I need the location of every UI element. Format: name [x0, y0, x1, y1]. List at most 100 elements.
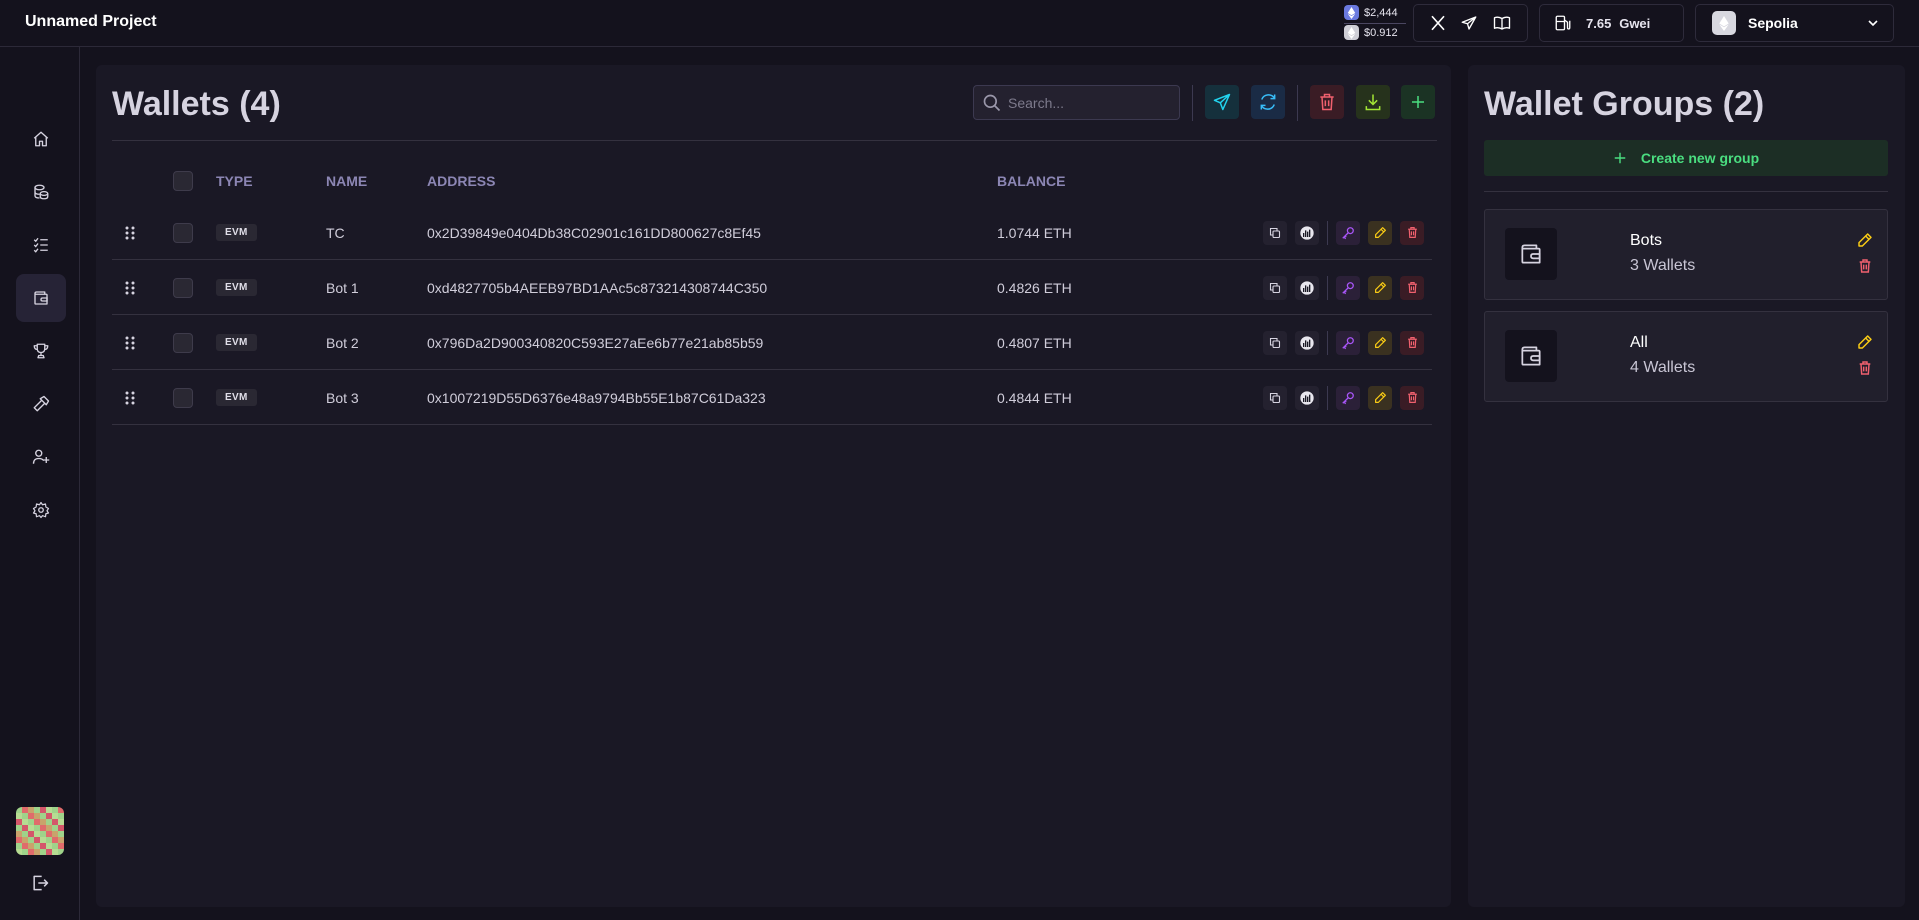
- table-row[interactable]: EVM Bot 1 0xd4827705b4AEEB97BD1AAc5c8732…: [112, 260, 1432, 315]
- delete-wallet-button[interactable]: [1400, 220, 1424, 245]
- groups-title: Wallet Groups (2): [1484, 85, 1765, 123]
- search-input[interactable]: [1008, 94, 1168, 111]
- gas-unit: Gwei: [1619, 16, 1651, 31]
- private-key-button[interactable]: [1336, 385, 1360, 410]
- sidebar-item-tools[interactable]: [16, 380, 66, 428]
- create-group-button[interactable]: Create new group: [1484, 140, 1888, 176]
- wallet-balance: 1.0744 ETH: [997, 224, 1072, 241]
- toolbar-divider: [1297, 85, 1298, 121]
- delete-wallet-button[interactable]: [1400, 385, 1424, 410]
- wallet-balance: 0.4826 ETH: [997, 279, 1072, 296]
- row-actions: [1263, 370, 1424, 425]
- copy-address-button[interactable]: [1263, 385, 1287, 410]
- wallet-name: Bot 1: [326, 279, 359, 296]
- edit-group-button[interactable]: [1857, 232, 1873, 248]
- trash-icon: [1320, 93, 1334, 111]
- explorer-button[interactable]: [1295, 220, 1319, 245]
- group-name: All: [1630, 334, 1648, 351]
- edit-wallet-button[interactable]: [1368, 220, 1392, 245]
- telegram-icon[interactable]: [1460, 14, 1478, 32]
- column-header-type[interactable]: TYPE: [216, 173, 253, 189]
- delete-group-button[interactable]: [1857, 360, 1873, 376]
- column-header-balance[interactable]: BALANCE: [997, 173, 1065, 189]
- sidebar: [0, 47, 80, 920]
- sidebar-item-settings[interactable]: [16, 486, 66, 534]
- sidebar-item-coins[interactable]: [16, 168, 66, 216]
- trash-icon: [1407, 282, 1417, 293]
- wallet-group-card[interactable]: Bots 3 Wallets: [1484, 209, 1888, 300]
- copy-icon: [1269, 227, 1281, 238]
- row-checkbox[interactable]: [173, 222, 193, 243]
- row-checkbox[interactable]: [173, 277, 193, 298]
- table-row[interactable]: EVM Bot 2 0x796Da2D900340820C593E27aEe6b…: [112, 315, 1432, 370]
- select-all-checkbox[interactable]: [173, 171, 193, 191]
- wallet-icon: [34, 291, 48, 305]
- pencil-icon: [1374, 392, 1386, 403]
- wallet-balance: 0.4807 ETH: [997, 334, 1072, 351]
- logout-button[interactable]: [30, 873, 50, 893]
- explorer-button[interactable]: [1295, 330, 1319, 355]
- wallet-icon: [1505, 228, 1557, 280]
- edit-wallet-button[interactable]: [1368, 385, 1392, 410]
- eth-price-value: $2,444: [1364, 6, 1398, 19]
- download-button[interactable]: [1356, 85, 1390, 119]
- sidebar-item-wallets[interactable]: [16, 274, 66, 322]
- refresh-icon: [1260, 94, 1276, 110]
- list-check-icon: [33, 237, 48, 253]
- row-checkbox[interactable]: [173, 332, 193, 353]
- explorer-button[interactable]: [1295, 385, 1319, 410]
- refresh-button[interactable]: [1251, 85, 1285, 119]
- sidebar-item-tasks[interactable]: [16, 221, 66, 269]
- explorer-icon: [1300, 390, 1314, 405]
- delete-wallet-button[interactable]: [1400, 275, 1424, 300]
- copy-address-button[interactable]: [1263, 275, 1287, 300]
- pencil-icon: [1858, 233, 1872, 247]
- copy-address-button[interactable]: [1263, 330, 1287, 355]
- sidebar-item-rewards[interactable]: [16, 327, 66, 375]
- sidebar-item-home[interactable]: [16, 115, 66, 163]
- wallet-icon: [1505, 330, 1557, 382]
- delete-group-button[interactable]: [1857, 258, 1873, 274]
- private-key-button[interactable]: [1336, 275, 1360, 300]
- search-box[interactable]: [973, 85, 1180, 120]
- drag-handle-icon[interactable]: [124, 315, 136, 370]
- logout-icon: [33, 875, 49, 891]
- sidebar-item-users[interactable]: [16, 433, 66, 481]
- x-icon[interactable]: [1429, 14, 1447, 32]
- drag-handle-icon[interactable]: [124, 260, 136, 315]
- add-wallet-button[interactable]: [1401, 85, 1435, 119]
- private-key-button[interactable]: [1336, 330, 1360, 355]
- wallet-group-card[interactable]: All 4 Wallets: [1484, 311, 1888, 402]
- key-icon: [1342, 281, 1354, 294]
- row-checkbox[interactable]: [173, 387, 193, 408]
- download-icon: [1365, 94, 1381, 111]
- edit-group-button[interactable]: [1857, 334, 1873, 350]
- row-actions: [1263, 315, 1424, 370]
- column-header-address[interactable]: ADDRESS: [427, 173, 495, 189]
- delete-selected-button[interactable]: [1310, 85, 1344, 119]
- drag-handle-icon[interactable]: [124, 370, 136, 425]
- column-header-name[interactable]: NAME: [326, 173, 367, 189]
- explorer-icon: [1300, 335, 1314, 350]
- private-key-button[interactable]: [1336, 220, 1360, 245]
- table-row[interactable]: EVM Bot 3 0x1007219D55D6376e48a9794Bb55E…: [112, 370, 1432, 425]
- edit-wallet-button[interactable]: [1368, 330, 1392, 355]
- drag-handle-icon[interactable]: [124, 205, 136, 260]
- top-bar: Unnamed Project $2,444 $0.912 7.65 Gwei …: [0, 0, 1919, 47]
- project-name[interactable]: Unnamed Project: [25, 13, 157, 31]
- send-button[interactable]: [1205, 85, 1239, 119]
- key-icon: [1342, 226, 1354, 239]
- actions-divider: [1327, 330, 1328, 355]
- explorer-button[interactable]: [1295, 275, 1319, 300]
- docs-book-icon[interactable]: [1492, 14, 1512, 32]
- trash-icon: [1407, 337, 1417, 348]
- table-row[interactable]: EVM TC 0x2D39849e0404Db38C02901c161DD800…: [112, 205, 1432, 260]
- copy-address-button[interactable]: [1263, 220, 1287, 245]
- avatar[interactable]: [16, 807, 64, 855]
- wallet-address: 0xd4827705b4AEEB97BD1AAc5c873214308744C3…: [427, 279, 768, 296]
- create-group-label: Create new group: [1640, 150, 1760, 166]
- divider: [1484, 191, 1888, 192]
- network-selector[interactable]: Sepolia: [1695, 4, 1894, 42]
- edit-wallet-button[interactable]: [1368, 275, 1392, 300]
- delete-wallet-button[interactable]: [1400, 330, 1424, 355]
